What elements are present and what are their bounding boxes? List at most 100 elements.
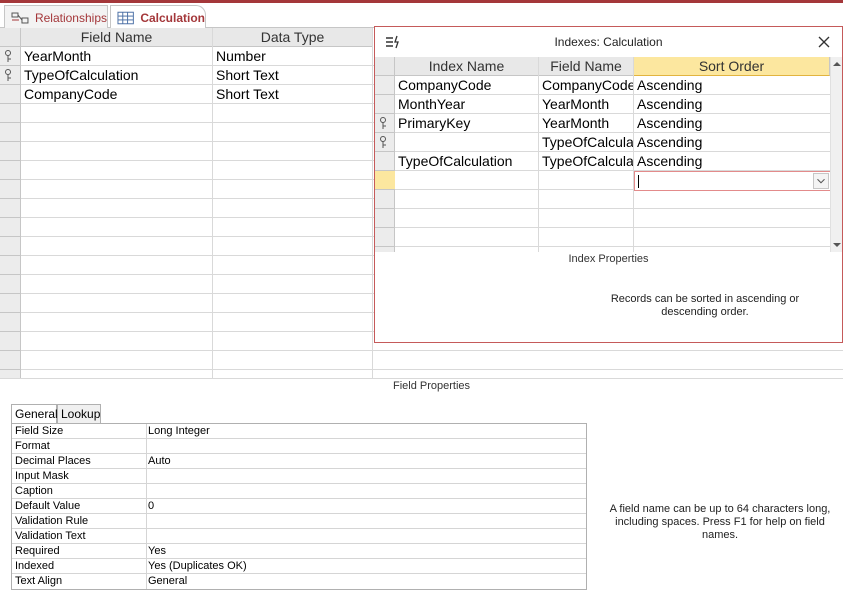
row-selector[interactable] [0, 85, 21, 104]
field-name-cell[interactable]: TypeOfCalculat [539, 133, 633, 152]
row-selector[interactable] [0, 256, 21, 275]
row-selector[interactable] [375, 95, 395, 114]
property-row[interactable]: Default Value 0 [12, 499, 586, 514]
field-name-cell[interactable]: YearMonth [21, 47, 211, 66]
property-row[interactable]: Validation Rule [12, 514, 586, 529]
column-header-field-name[interactable]: Field Name [21, 28, 213, 47]
sort-order-cell[interactable]: Ascending [634, 114, 824, 133]
row-selector[interactable] [375, 114, 395, 133]
tab-general[interactable]: General [11, 404, 58, 424]
property-row[interactable]: Input Mask [12, 469, 586, 484]
table-row[interactable]: CompanyCode CompanyCode Ascending [395, 76, 830, 95]
property-name: Default Value [15, 500, 81, 512]
scroll-up-icon[interactable] [832, 59, 842, 69]
row-selector[interactable] [0, 332, 21, 351]
row-selector[interactable] [0, 199, 21, 218]
column-header-sort-order[interactable]: Sort Order [634, 57, 830, 76]
table-row[interactable]: TypeOfCalculation TypeOfCalculat Ascendi… [395, 152, 830, 171]
tab-relationships[interactable]: Relationships [4, 5, 108, 29]
field-name-cell[interactable]: YearMonth [539, 95, 633, 114]
property-row[interactable]: Text Align General [12, 574, 586, 589]
row-selector[interactable] [0, 275, 21, 294]
property-row[interactable]: Indexed Yes (Duplicates OK) [12, 559, 586, 574]
property-row[interactable]: Field Size Long Integer [12, 424, 586, 439]
data-type-cell[interactable]: Short Text [213, 66, 371, 85]
scroll-down-icon[interactable] [832, 240, 842, 250]
index-name-cell[interactable] [395, 133, 537, 152]
sort-order-cell[interactable]: Ascending [634, 95, 824, 114]
row-selector[interactable] [375, 76, 395, 95]
primary-key-icon [5, 69, 11, 81]
index-properties-title: Index Properties [568, 253, 649, 265]
row-selector[interactable] [0, 66, 21, 85]
index-name-cell[interactable]: TypeOfCalculation [395, 152, 537, 171]
table-row[interactable]: TypeOfCalculat Ascending [395, 133, 830, 152]
field-name-cell[interactable]: YearMonth [539, 114, 633, 133]
tab-calculation[interactable]: Calculation [110, 5, 206, 30]
sort-order-cell[interactable]: Ascending [634, 133, 824, 152]
row-selector[interactable] [0, 294, 21, 313]
row-selector[interactable] [0, 313, 21, 332]
sort-order-combo[interactable] [634, 171, 831, 191]
property-row[interactable]: Required Yes [12, 544, 586, 559]
row-selector[interactable] [0, 123, 21, 142]
field-name-cell[interactable]: TypeOfCalculation [21, 66, 211, 85]
row-selector[interactable] [375, 190, 395, 209]
row-selector[interactable] [0, 104, 21, 123]
sort-order-cell[interactable]: Ascending [634, 76, 824, 95]
row-selector[interactable] [0, 351, 21, 370]
property-value[interactable]: Auto [148, 454, 171, 468]
table-icon [117, 11, 134, 25]
index-name-cell[interactable]: MonthYear [395, 95, 537, 114]
row-selector[interactable] [375, 228, 395, 247]
tab-lookup[interactable]: Lookup [57, 404, 101, 423]
property-name: Validation Text [15, 530, 86, 542]
row-selector[interactable] [0, 180, 21, 199]
property-row[interactable]: Validation Text [12, 529, 586, 544]
property-divider [146, 469, 147, 484]
table-row[interactable] [395, 228, 830, 247]
row-selector[interactable] [375, 152, 395, 171]
property-row[interactable]: Caption [12, 484, 586, 499]
table-row[interactable]: PrimaryKey YearMonth Ascending [395, 114, 830, 133]
row-selector[interactable] [0, 161, 21, 180]
row-selector[interactable] [0, 218, 21, 237]
table-row[interactable] [395, 209, 830, 228]
property-value[interactable]: Yes (Duplicates OK) [148, 559, 247, 573]
select-all-corner[interactable] [375, 57, 395, 76]
close-icon[interactable] [816, 34, 832, 50]
chevron-down-icon[interactable] [813, 173, 829, 189]
table-row[interactable] [395, 190, 830, 209]
row-selector[interactable] [0, 47, 21, 66]
row-selector[interactable] [0, 142, 21, 161]
sort-order-cell[interactable]: Ascending [634, 152, 824, 171]
index-name-cell[interactable]: PrimaryKey [395, 114, 537, 133]
tab-relationships-label: Relationships [34, 10, 107, 25]
current-row-selector[interactable] [375, 171, 395, 190]
data-type-cell[interactable]: Short Text [213, 85, 371, 104]
data-type-cell[interactable]: Number [213, 47, 371, 66]
property-value[interactable]: 0 [148, 499, 154, 513]
table-row[interactable] [21, 351, 843, 370]
index-name-cell[interactable]: CompanyCode [395, 76, 537, 95]
property-name: Input Mask [15, 470, 69, 482]
property-value[interactable]: Long Integer [148, 424, 210, 438]
property-divider [146, 499, 147, 514]
property-value[interactable]: General [148, 574, 187, 588]
row-selector[interactable] [0, 237, 21, 256]
row-selector[interactable] [375, 133, 395, 152]
property-row[interactable]: Format [12, 439, 586, 454]
column-header-field-name[interactable]: Field Name [539, 57, 634, 76]
property-value[interactable]: Yes [148, 544, 166, 558]
select-all-corner[interactable] [0, 28, 21, 47]
field-name-cell[interactable]: TypeOfCalculat [539, 152, 633, 171]
property-name: Caption [15, 485, 53, 497]
row-selector[interactable] [375, 209, 395, 228]
property-row[interactable]: Decimal Places Auto [12, 454, 586, 469]
table-row[interactable]: MonthYear YearMonth Ascending [395, 95, 830, 114]
field-name-cell[interactable]: CompanyCode [21, 85, 211, 104]
column-header-index-name[interactable]: Index Name [395, 57, 539, 76]
vertical-scrollbar[interactable] [830, 57, 842, 252]
column-header-data-type[interactable]: Data Type [213, 28, 373, 47]
field-name-cell[interactable]: CompanyCode [539, 76, 633, 95]
